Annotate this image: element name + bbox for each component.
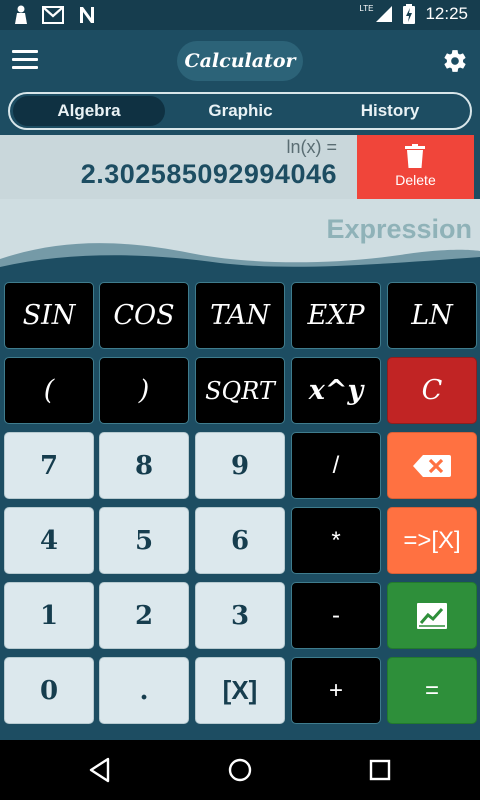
delete-label: Delete [395, 172, 436, 188]
keypad: SIN COS TAN EXP LN ( ) SQRT x^y C 7 8 9 … [0, 271, 480, 740]
expression-input[interactable]: Expression [0, 199, 480, 271]
home-icon[interactable] [226, 756, 254, 784]
key-5[interactable]: 5 [99, 507, 189, 574]
status-left [14, 5, 96, 25]
chart-icon [417, 602, 447, 629]
app-title: Calculator [177, 41, 303, 81]
key-ln[interactable]: LN [387, 282, 477, 349]
result-display: ln(x) = 2.302585092994046 [0, 135, 357, 199]
tab-history[interactable]: History [315, 96, 465, 126]
tab-algebra[interactable]: Algebra [13, 96, 165, 126]
back-icon[interactable] [86, 756, 114, 784]
status-right: LTE 12:25 [359, 4, 468, 24]
key-tan[interactable]: TAN [195, 282, 285, 349]
key-9[interactable]: 9 [195, 432, 285, 499]
key-equals[interactable]: = [387, 657, 477, 724]
battery-charging-icon [403, 4, 416, 24]
key-2[interactable]: 2 [99, 582, 189, 649]
key-7[interactable]: 7 [4, 432, 94, 499]
key-clear[interactable]: C [387, 357, 477, 424]
result-expression-label: ln(x) = [286, 137, 337, 157]
backspace-icon [413, 454, 451, 477]
signal-icon [376, 6, 393, 22]
key-sqrt[interactable]: SQRT [195, 357, 285, 424]
key-graph[interactable] [387, 582, 477, 649]
key-close-paren[interactable]: ) [99, 357, 189, 424]
mode-tabs: Algebra Graphic History [8, 92, 472, 130]
app-bar: Calculator [0, 30, 480, 92]
status-bar: LTE 12:25 [0, 0, 480, 30]
system-nav-bar [0, 740, 480, 800]
recents-icon[interactable] [366, 756, 394, 784]
gear-icon[interactable] [442, 48, 468, 74]
key-subtract[interactable]: - [291, 582, 381, 649]
key-store-x[interactable]: =>[X] [387, 507, 477, 574]
delete-button[interactable]: Delete [357, 135, 474, 199]
clock: 12:25 [425, 4, 468, 23]
key-backspace[interactable] [387, 432, 477, 499]
network-label: LTE [359, 3, 374, 13]
key-exp[interactable]: EXP [291, 282, 381, 349]
key-4[interactable]: 4 [4, 507, 94, 574]
key-var-x[interactable]: [X] [195, 657, 285, 724]
key-add[interactable]: + [291, 657, 381, 724]
key-8[interactable]: 8 [99, 432, 189, 499]
key-cos[interactable]: COS [99, 282, 189, 349]
hamburger-menu-icon[interactable] [12, 50, 38, 70]
key-divide[interactable]: / [291, 432, 381, 499]
key-6[interactable]: 6 [195, 507, 285, 574]
key-3[interactable]: 3 [195, 582, 285, 649]
key-1[interactable]: 1 [4, 582, 94, 649]
key-open-paren[interactable]: ( [4, 357, 94, 424]
wave-decoration [0, 243, 480, 271]
key-decimal[interactable]: . [99, 657, 189, 724]
key-0[interactable]: 0 [4, 657, 94, 724]
key-multiply[interactable]: * [291, 507, 381, 574]
key-power[interactable]: x^y [291, 357, 381, 424]
notification-icon [15, 5, 27, 24]
tab-graphic[interactable]: Graphic [168, 96, 313, 126]
n-app-icon [80, 7, 94, 23]
key-sin[interactable]: SIN [4, 282, 94, 349]
trash-icon [405, 144, 425, 168]
result-value: 2.302585092994046 [80, 159, 337, 189]
gmail-icon [42, 6, 64, 24]
